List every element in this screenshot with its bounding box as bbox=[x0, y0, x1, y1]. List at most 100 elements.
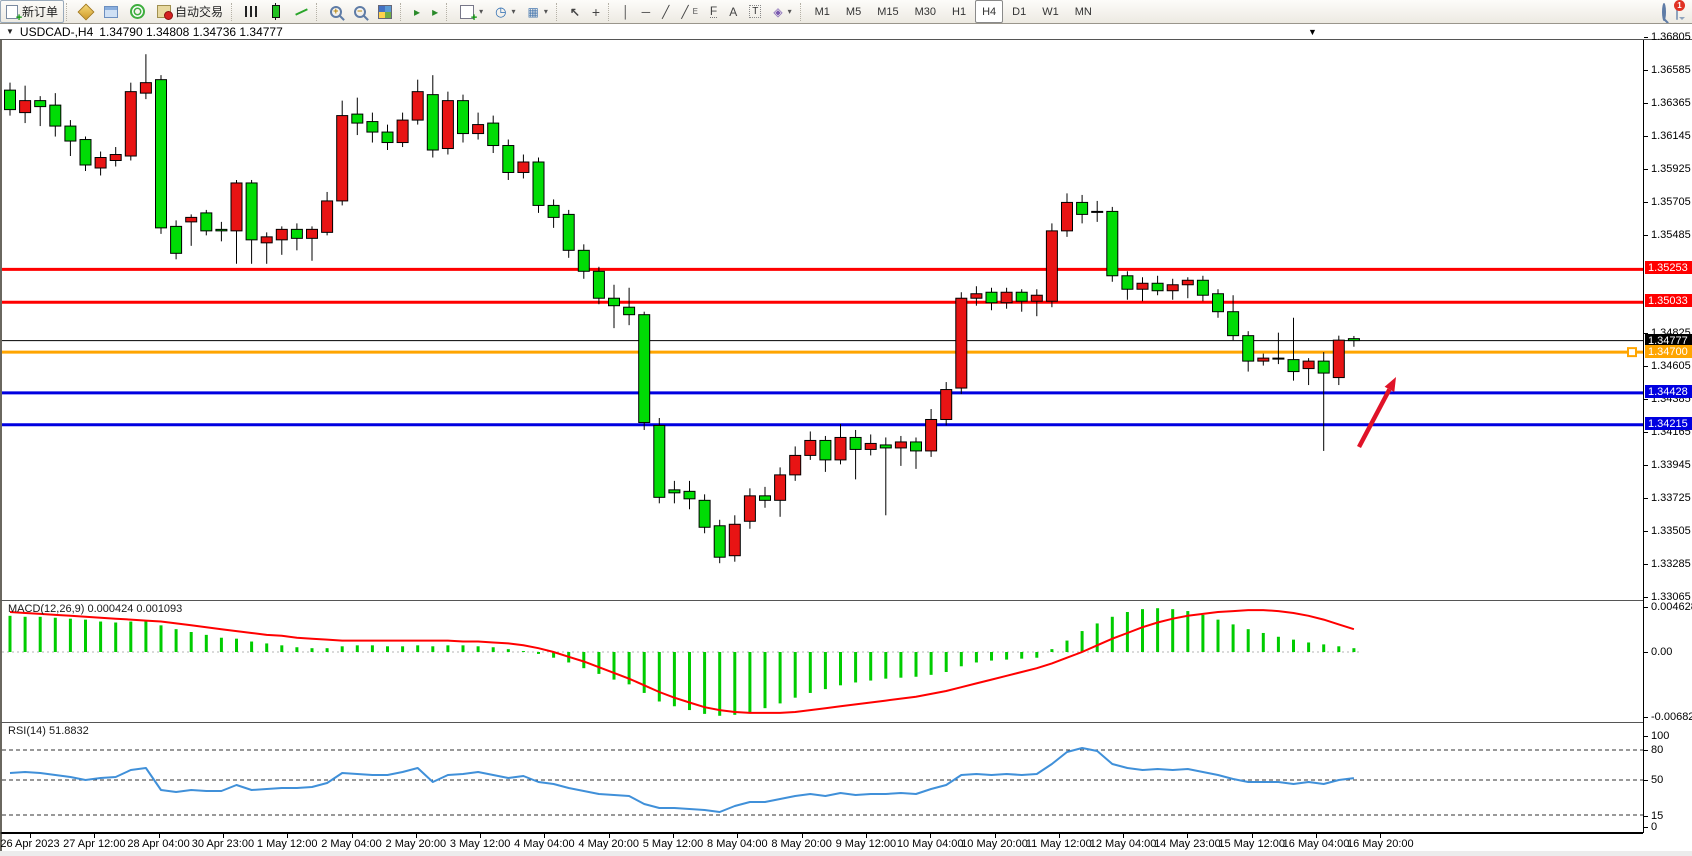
candle-body bbox=[1348, 339, 1359, 341]
vertical-line-tool-button[interactable]: │ bbox=[616, 0, 636, 23]
timeframe-button-m1[interactable]: M1 bbox=[808, 0, 837, 23]
time-axis-label: 8 May 20:00 bbox=[771, 838, 832, 850]
text-tool-button[interactable]: A bbox=[723, 0, 743, 23]
price-line-badge: 1.34700 bbox=[1645, 345, 1692, 358]
signals-button[interactable] bbox=[124, 0, 151, 23]
candle-body bbox=[1062, 202, 1073, 230]
auto-trading-button[interactable]: 自动交易 bbox=[151, 0, 229, 23]
timeframe-button-d1[interactable]: D1 bbox=[1005, 0, 1033, 23]
candle-body bbox=[1092, 211, 1103, 212]
candle-body bbox=[291, 229, 302, 238]
templates-button[interactable]: ▦▾ bbox=[521, 0, 553, 23]
cursor-tool-button[interactable]: ↖ bbox=[564, 0, 586, 23]
trendline-tool-button[interactable]: ╱ bbox=[656, 0, 675, 23]
time-axis-label: 11 May 12:00 bbox=[1026, 838, 1092, 850]
separator bbox=[400, 3, 406, 21]
collapse-chart-icon[interactable]: ▼ bbox=[6, 27, 14, 36]
candlestick-chart[interactable] bbox=[2, 40, 1643, 600]
timeframe-button-m15[interactable]: M15 bbox=[870, 0, 905, 23]
crosshair-tool-button[interactable]: + bbox=[586, 0, 606, 23]
candle-body bbox=[820, 440, 831, 459]
separator bbox=[800, 3, 806, 21]
rsi-axis-label: 50 bbox=[1651, 774, 1663, 786]
separator bbox=[66, 3, 72, 21]
zoom-out-icon: − bbox=[354, 6, 366, 18]
candle-body bbox=[1213, 294, 1224, 312]
channel-tool-button[interactable]: ╱E bbox=[675, 0, 704, 23]
trendline-icon: ╱ bbox=[662, 6, 669, 18]
candle-body bbox=[956, 298, 967, 388]
time-axis-label: 1 May 12:00 bbox=[257, 838, 318, 850]
candle-body bbox=[835, 437, 846, 459]
timeframe-button-mn[interactable]: MN bbox=[1068, 0, 1099, 23]
auto-trading-icon bbox=[157, 5, 171, 18]
text-label-tool-button[interactable]: T bbox=[743, 0, 767, 23]
search-button[interactable] bbox=[1662, 5, 1666, 19]
candle-body bbox=[1197, 280, 1208, 295]
horizontal-line-tool-button[interactable]: ─ bbox=[636, 0, 657, 23]
chevron-down-icon: ▾ bbox=[544, 7, 548, 16]
indicators-button[interactable]: ▾ bbox=[454, 0, 489, 23]
timeframe-button-m5[interactable]: M5 bbox=[839, 0, 868, 23]
zoom-out-button[interactable]: − bbox=[348, 0, 372, 23]
templates-icon: ▦ bbox=[527, 6, 538, 18]
rsi-axis-label: 80 bbox=[1651, 744, 1663, 756]
tile-windows-button[interactable] bbox=[372, 0, 398, 23]
line-chart-button[interactable] bbox=[289, 0, 314, 23]
macd-chart[interactable] bbox=[2, 601, 1643, 722]
bar-chart-button[interactable] bbox=[239, 0, 263, 23]
bar-chart-icon bbox=[245, 6, 257, 17]
candle-body bbox=[1077, 202, 1088, 214]
metaeditor-button[interactable] bbox=[74, 0, 98, 23]
rsi-axis-label: 100 bbox=[1651, 730, 1669, 742]
price-axis[interactable]: 1.368051.365851.363651.361451.359251.357… bbox=[1643, 40, 1692, 833]
axis-tick bbox=[1644, 607, 1648, 608]
candle-body bbox=[639, 315, 650, 423]
rsi-chart[interactable] bbox=[2, 723, 1643, 832]
time-axis-label: 10 May 20:00 bbox=[961, 838, 1028, 850]
channel-icon: ╱ bbox=[681, 6, 688, 18]
candle-body bbox=[95, 158, 106, 168]
new-order-button[interactable]: 新订单 bbox=[0, 0, 64, 23]
chat-button[interactable]: 1 bbox=[1676, 5, 1678, 19]
chart-shift-button[interactable]: ▸ bbox=[426, 0, 444, 23]
time-axis[interactable]: 26 Apr 202327 Apr 12:0028 Apr 04:0030 Ap… bbox=[0, 833, 1643, 851]
timeframe-button-h4[interactable]: H4 bbox=[975, 0, 1003, 23]
axis-tick bbox=[1644, 235, 1648, 236]
periods-button[interactable]: ◷▾ bbox=[489, 0, 521, 23]
candle-body bbox=[699, 500, 710, 527]
axis-tick bbox=[1644, 465, 1648, 466]
timeframe-button-m30[interactable]: M30 bbox=[908, 0, 943, 23]
fibonacci-tool-button[interactable]: F bbox=[704, 0, 723, 23]
axis-tick bbox=[1644, 202, 1648, 203]
auto-scroll-button[interactable]: ▸ bbox=[408, 0, 426, 23]
candlestick-chart-button[interactable] bbox=[263, 0, 289, 23]
candle-body bbox=[850, 437, 861, 449]
candle-body bbox=[473, 125, 484, 134]
separator bbox=[556, 3, 562, 21]
candle-body bbox=[1122, 276, 1133, 289]
timeframe-button-h1[interactable]: H1 bbox=[945, 0, 973, 23]
price-axis-label: 1.33285 bbox=[1651, 558, 1691, 570]
macd-panel[interactable]: MACD(12,26,9) 0.000424 0.001093 bbox=[0, 601, 1643, 723]
text-icon: A bbox=[729, 6, 737, 18]
time-axis-label: 12 May 04:00 bbox=[1090, 838, 1157, 850]
price-line-badge: 1.34428 bbox=[1645, 385, 1692, 398]
rsi-panel[interactable]: RSI(14) 51.8832 bbox=[0, 723, 1643, 833]
chart-title-strip: ▼ USDCAD-,H4 1.34790 1.34808 1.34736 1.3… bbox=[0, 23, 1692, 40]
axis-tick bbox=[1644, 366, 1648, 367]
candle-body bbox=[578, 250, 589, 271]
profiles-button[interactable] bbox=[98, 0, 124, 23]
price-axis-label: 1.34605 bbox=[1651, 360, 1691, 372]
axis-tick bbox=[1644, 399, 1648, 400]
timeframe-button-w1[interactable]: W1 bbox=[1035, 0, 1066, 23]
candle-body bbox=[1152, 283, 1163, 290]
candle-body bbox=[1273, 358, 1284, 359]
price-chart-panel[interactable] bbox=[0, 40, 1643, 601]
candle-body bbox=[458, 101, 469, 134]
arrows-tool-button[interactable]: ◈▾ bbox=[767, 0, 797, 23]
macd-axis-label: 0.00 bbox=[1651, 646, 1672, 658]
candle-body bbox=[669, 490, 680, 493]
candle-body bbox=[231, 183, 242, 231]
zoom-in-button[interactable]: + bbox=[324, 0, 348, 23]
